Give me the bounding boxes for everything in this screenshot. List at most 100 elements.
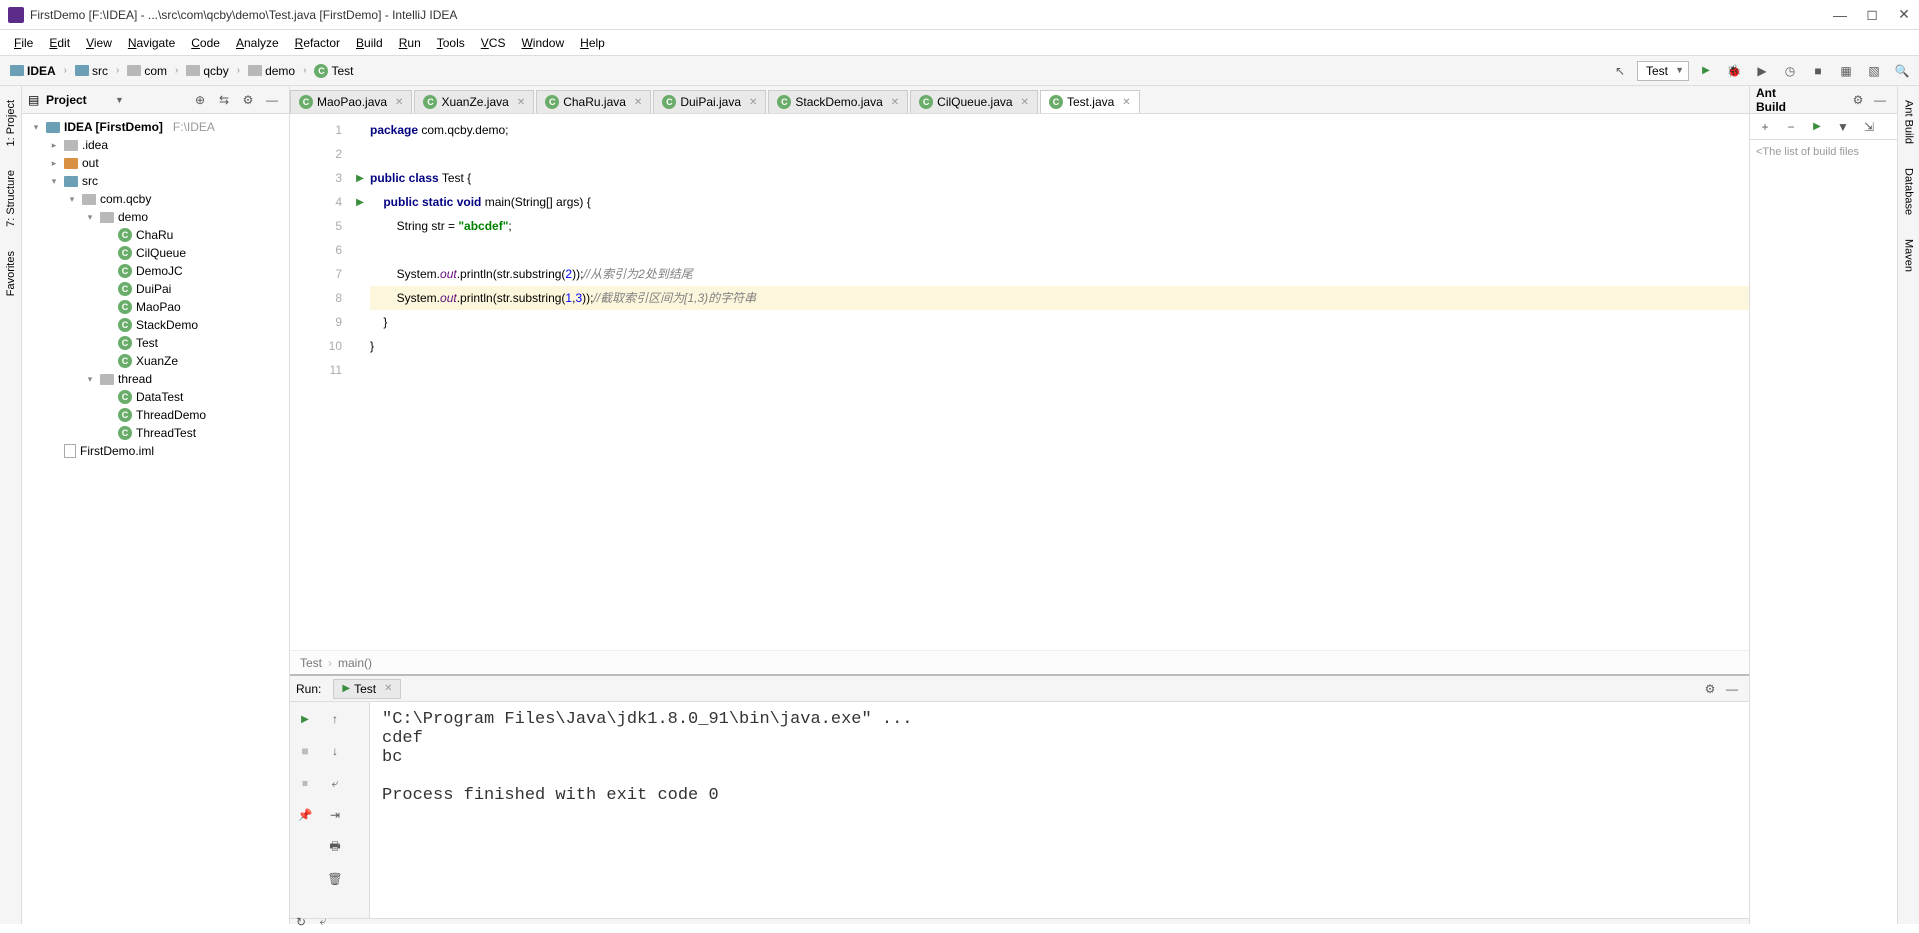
rerun-corner-icon[interactable]: ↻ — [290, 911, 312, 933]
scroll-down-button[interactable]: ↓ — [324, 740, 346, 762]
close-icon[interactable]: ✕ — [395, 97, 403, 108]
ant-run-button[interactable]: ▶ — [1806, 116, 1828, 138]
close-icon[interactable]: ✕ — [384, 683, 392, 694]
maximize-button[interactable]: ◻ — [1865, 8, 1879, 22]
ant-remove-button[interactable]: − — [1780, 116, 1802, 138]
menu-edit[interactable]: Edit — [43, 34, 76, 52]
close-icon[interactable]: ✕ — [891, 97, 899, 108]
tree-item-DataTest[interactable]: CDataTest — [22, 388, 289, 406]
run-tab[interactable]: ▶ Test ✕ — [333, 679, 401, 699]
lefttab-Structure[interactable]: 7: Structure — [3, 164, 19, 233]
ant-add-button[interactable]: + — [1754, 116, 1776, 138]
close-icon[interactable]: ✕ — [634, 97, 642, 108]
tab-XuanZe[interactable]: CXuanZe.java✕ — [414, 90, 534, 113]
profile-button[interactable]: ◷ — [1779, 60, 1801, 82]
run-coverage-button[interactable]: ▶ — [1751, 60, 1773, 82]
stop-button[interactable]: ■ — [1807, 60, 1829, 82]
tree-item-thread[interactable]: ▾thread — [22, 370, 289, 388]
tab-StackDemo[interactable]: CStackDemo.java✕ — [768, 90, 908, 113]
tree-toggle[interactable]: ▾ — [30, 122, 42, 133]
minimize-button[interactable]: — — [1833, 8, 1847, 22]
tree-item-idea[interactable]: ▸.idea — [22, 136, 289, 154]
code-breadcrumb[interactable]: Test › main() — [290, 650, 1749, 674]
menu-analyze[interactable]: Analyze — [230, 34, 285, 52]
pin-button[interactable]: 📌 — [294, 804, 316, 826]
crumb-class[interactable]: Test — [300, 656, 322, 670]
tree-item-ChaRu[interactable]: CChaRu — [22, 226, 289, 244]
layout-button[interactable]: ▦ — [1835, 60, 1857, 82]
menu-file[interactable]: File — [8, 34, 39, 52]
tree-item-DuiPai[interactable]: CDuiPai — [22, 280, 289, 298]
tree-item-IDEAFirstDemo[interactable]: ▾IDEA [FirstDemo]F:\IDEA — [22, 118, 289, 136]
tree-item-FirstDemoiml[interactable]: FirstDemo.iml — [22, 442, 289, 460]
menu-refactor[interactable]: Refactor — [289, 34, 346, 52]
tab-Test[interactable]: CTest.java✕ — [1040, 90, 1140, 113]
menu-tools[interactable]: Tools — [431, 34, 471, 52]
breadcrumb-demo[interactable]: demo — [244, 62, 299, 80]
menu-code[interactable]: Code — [185, 34, 226, 52]
clear-button[interactable]: 🗑 — [324, 868, 346, 890]
breadcrumb-com[interactable]: com — [123, 62, 171, 80]
tree-item-XuanZe[interactable]: CXuanZe — [22, 352, 289, 370]
tree-item-out[interactable]: ▸out — [22, 154, 289, 172]
tree-toggle[interactable]: ▸ — [48, 158, 60, 169]
print-button[interactable]: 🖶 — [324, 836, 346, 858]
righttab-AntBuild[interactable]: Ant Build — [1901, 94, 1917, 150]
scroll-to-end-button[interactable]: ⇥ — [324, 804, 346, 826]
scroll-up-button[interactable]: ↑ — [324, 708, 346, 730]
run-hide-icon[interactable]: — — [1721, 678, 1743, 700]
run-settings-icon[interactable]: ⚙ — [1699, 678, 1721, 700]
tree-item-DemoJC[interactable]: CDemoJC — [22, 262, 289, 280]
righttab-Maven[interactable]: Maven — [1901, 233, 1917, 278]
lefttab-Favorites[interactable]: Favorites — [3, 245, 19, 302]
tab-ChaRu[interactable]: CChaRu.java✕ — [536, 90, 651, 113]
breadcrumb-idea[interactable]: IDEA — [6, 62, 60, 80]
close-icon[interactable]: ✕ — [1021, 97, 1029, 108]
run-gutter-icon[interactable]: ▶ — [356, 197, 364, 208]
menu-build[interactable]: Build — [350, 34, 389, 52]
search-everywhere-button[interactable]: 🔍 — [1891, 60, 1913, 82]
tree-toggle[interactable]: ▸ — [48, 140, 60, 151]
tree-item-Test[interactable]: CTest — [22, 334, 289, 352]
tree-toggle[interactable]: ▾ — [84, 374, 96, 385]
debug-button[interactable]: 🐞 — [1723, 60, 1745, 82]
crumb-method[interactable]: main() — [338, 656, 372, 670]
tree-item-ThreadTest[interactable]: CThreadTest — [22, 424, 289, 442]
wrap-corner-icon[interactable]: ⤶ — [312, 911, 334, 933]
tree-toggle[interactable]: ▾ — [48, 176, 60, 187]
tree-item-comqcby[interactable]: ▾com.qcby — [22, 190, 289, 208]
exit-button[interactable]: ⏹ — [294, 772, 316, 794]
menu-window[interactable]: Window — [515, 34, 570, 52]
close-icon[interactable]: ✕ — [517, 97, 525, 108]
tree-item-src[interactable]: ▾src — [22, 172, 289, 190]
breadcrumb-src[interactable]: src — [71, 62, 112, 80]
code-area[interactable]: package com.qcby.demo;public class Test … — [370, 114, 1749, 650]
console-output[interactable]: "C:\Program Files\Java\jdk1.8.0_91\bin\j… — [370, 702, 1749, 918]
collapse-all-icon[interactable]: ⇆ — [213, 89, 235, 111]
run-config-select[interactable]: Test ▼ — [1637, 61, 1689, 81]
breadcrumb-qcby[interactable]: qcby — [182, 62, 232, 80]
menu-help[interactable]: Help — [574, 34, 611, 52]
menu-run[interactable]: Run — [393, 34, 427, 52]
lefttab-Project[interactable]: 1: Project — [3, 94, 19, 152]
menu-navigate[interactable]: Navigate — [122, 34, 181, 52]
project-structure-button[interactable]: ▧ — [1863, 60, 1885, 82]
menu-view[interactable]: View — [80, 34, 118, 52]
hide-panel-icon[interactable]: — — [261, 89, 283, 111]
project-tree[interactable]: ▾IDEA [FirstDemo]F:\IDEA▸.idea▸out▾src▾c… — [22, 114, 289, 924]
righttab-Database[interactable]: Database — [1901, 162, 1917, 221]
tree-item-MaoPao[interactable]: CMaoPao — [22, 298, 289, 316]
locate-icon[interactable]: ⊕ — [189, 89, 211, 111]
tab-CilQueue[interactable]: CCilQueue.java✕ — [910, 90, 1038, 113]
breadcrumb-test[interactable]: CTest — [310, 62, 357, 80]
run-marker-gutter[interactable]: ▶▶ — [350, 114, 370, 650]
project-scope-dropdown[interactable]: ▼ — [115, 95, 124, 105]
ant-expand-button[interactable]: ⇲ — [1858, 116, 1880, 138]
ant-filter-button[interactable]: ▼ — [1832, 116, 1854, 138]
tree-item-ThreadDemo[interactable]: CThreadDemo — [22, 406, 289, 424]
run-gutter-icon[interactable]: ▶ — [356, 173, 364, 184]
settings-icon[interactable]: ⚙ — [237, 89, 259, 111]
ant-hide-icon[interactable]: — — [1869, 89, 1891, 111]
code-editor[interactable]: 1234567891011 ▶▶ package com.qcby.demo;p… — [290, 114, 1749, 650]
menu-vcs[interactable]: VCS — [475, 34, 512, 52]
